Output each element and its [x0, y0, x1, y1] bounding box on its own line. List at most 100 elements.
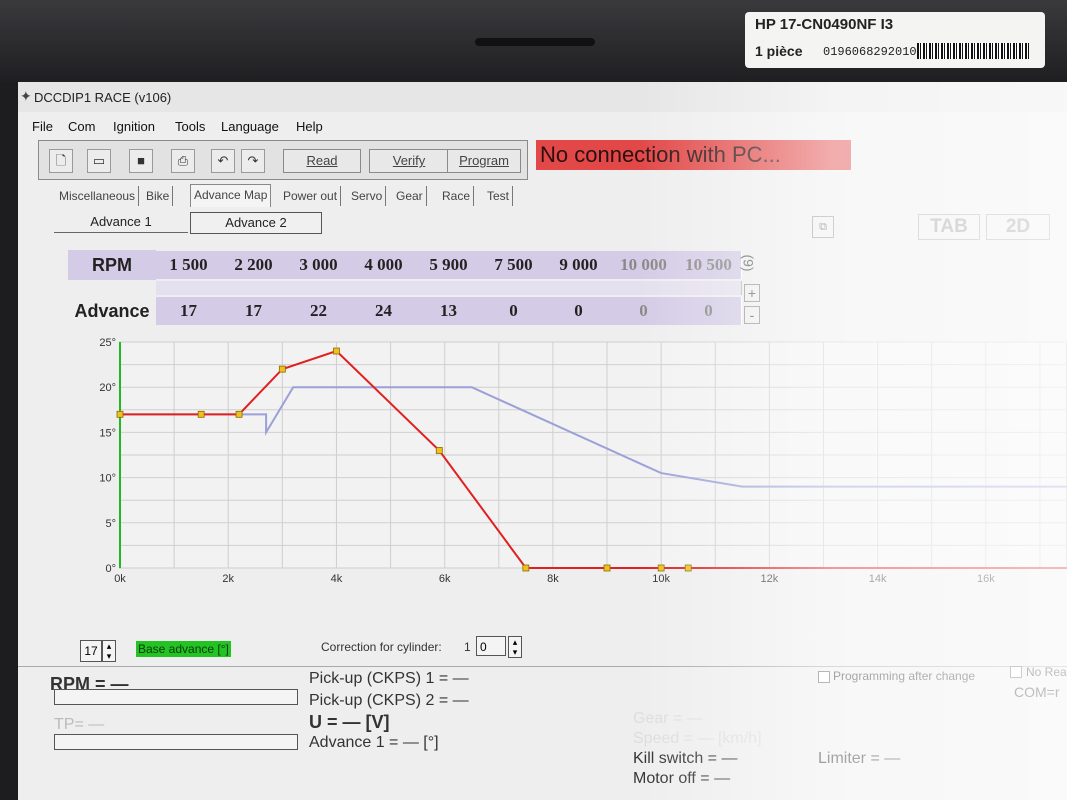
- sticker-model: HP 17-CN0490NF I3: [755, 16, 894, 33]
- base-advance-label: Base advance [°]: [136, 641, 231, 657]
- rpm-cell[interactable]: 10 500: [676, 251, 742, 279]
- tp-readout: TP= —: [54, 716, 105, 733]
- divider: [18, 666, 1067, 667]
- advance-cell[interactable]: 24: [351, 297, 417, 325]
- program-button[interactable]: Program: [447, 149, 521, 173]
- separator-cell: [676, 281, 742, 295]
- cylinder-number: 1: [464, 640, 471, 654]
- tab-miscellaneous[interactable]: Miscellaneous: [56, 186, 140, 206]
- barcode-icon: [917, 43, 1029, 59]
- tab-gear[interactable]: Gear: [393, 186, 427, 206]
- tab-view-toggle[interactable]: TAB: [918, 214, 980, 240]
- x-tick-label: 16k: [977, 573, 995, 585]
- cylinder-correction-input[interactable]: 0: [476, 636, 506, 656]
- open-folder-icon[interactable]: ▭: [87, 149, 111, 173]
- no-read-checkbox[interactable]: [1010, 666, 1022, 678]
- rpm-cell[interactable]: 7 500: [481, 251, 547, 279]
- save-icon[interactable]: ■: [129, 149, 153, 173]
- tab-servo[interactable]: Servo: [348, 186, 387, 206]
- subtab-advance-1[interactable]: Advance 1: [54, 212, 188, 233]
- advance-point: [333, 347, 340, 355]
- menu-file[interactable]: File: [32, 119, 53, 134]
- cylinder-stepper[interactable]: ▴ ▾: [508, 636, 522, 658]
- menu-tools[interactable]: Tools: [175, 119, 205, 134]
- advance-point: [522, 564, 530, 572]
- toolbar: 🗋 ▭ ■ ⎙ ↶ ↷ Read Verify Program: [38, 140, 528, 180]
- advance-point: [435, 447, 443, 454]
- menu-com[interactable]: Com: [68, 119, 95, 134]
- advance-cell[interactable]: 17: [221, 297, 287, 325]
- 2d-view-toggle[interactable]: 2D: [986, 214, 1050, 240]
- rpm-cell[interactable]: 1 500: [156, 251, 222, 279]
- tab-power-out[interactable]: Power out: [280, 186, 342, 206]
- copy-icon[interactable]: ⧉: [812, 216, 834, 238]
- advance1-readout: Advance 1 = — [°]: [309, 734, 439, 751]
- rpm-cell[interactable]: 5 900: [416, 251, 482, 279]
- advance-point: [278, 365, 286, 373]
- base-advance-input[interactable]: 17: [80, 640, 102, 662]
- separator-cell: [286, 281, 352, 295]
- programming-after-change-checkbox[interactable]: [818, 671, 830, 683]
- subtab-advance-2[interactable]: Advance 2: [190, 212, 322, 234]
- new-file-icon[interactable]: 🗋: [49, 149, 73, 173]
- print-icon[interactable]: ⎙: [171, 149, 195, 173]
- advance-cell[interactable]: 22: [286, 297, 352, 325]
- menu-ignition[interactable]: Ignition: [113, 119, 155, 134]
- undo-icon[interactable]: ↶: [211, 149, 235, 173]
- rpm-bar: [54, 689, 298, 705]
- pickup1-readout: Pick-up (CKPS) 1 = —: [309, 670, 469, 687]
- rpm-cell[interactable]: 4 000: [351, 251, 417, 279]
- separator-cell: [221, 281, 287, 295]
- x-tick-label: 4k: [331, 573, 343, 585]
- add-point-button[interactable]: +: [744, 284, 760, 302]
- com-port-readout: COM=r: [1014, 684, 1060, 700]
- sticker-code: 0196068292010: [823, 45, 917, 59]
- title-bar: ✦ DCCDIP1 RACE (v106): [18, 82, 1067, 112]
- tab-race[interactable]: Race: [439, 186, 475, 206]
- product-sticker: HP 17-CN0490NF I3 1 pièce 0196068292010: [745, 12, 1045, 68]
- read-button[interactable]: Read: [283, 149, 361, 173]
- menu-help[interactable]: Help: [296, 119, 323, 134]
- x-tick-label: 10k: [652, 573, 670, 585]
- sticker-qty: 1 pièce: [755, 43, 803, 59]
- base-advance-stepper[interactable]: ▴ ▾: [102, 640, 116, 662]
- correction-label: Correction for cylinder:: [321, 640, 442, 654]
- tab-test[interactable]: Test: [484, 186, 514, 206]
- advance-cell[interactable]: 17: [156, 297, 222, 325]
- advance-cell[interactable]: 13: [416, 297, 482, 325]
- x-tick-label: 6k: [439, 573, 451, 585]
- rpm-cell[interactable]: 9 000: [546, 251, 612, 279]
- advance-cell[interactable]: 0: [611, 297, 677, 325]
- y-tick-label: 15°: [99, 427, 116, 439]
- advance-cell[interactable]: 0: [676, 297, 742, 325]
- advance-cell[interactable]: 0: [481, 297, 547, 325]
- no-read-label: No Rea: [1026, 665, 1067, 679]
- advance-point: [657, 564, 665, 572]
- motor-off-readout: Motor off = —: [633, 770, 731, 787]
- separator-cell: [546, 281, 612, 295]
- x-tick-label: 8k: [547, 573, 559, 585]
- menu-language[interactable]: Language: [221, 119, 279, 134]
- connection-status: No connection with PC...: [536, 140, 851, 170]
- advance-cell[interactable]: 0: [546, 297, 612, 325]
- separator-cell: [351, 281, 417, 295]
- separator-cell: [416, 281, 482, 295]
- y-tick-label: 5°: [105, 518, 116, 530]
- pickup2-readout: Pick-up (CKPS) 2 = —: [309, 692, 469, 709]
- laptop-bezel-left: [0, 82, 18, 800]
- verify-button[interactable]: Verify: [369, 149, 449, 173]
- point-count: (9): [740, 254, 757, 272]
- remove-point-button[interactable]: -: [744, 306, 760, 324]
- rpm-cell[interactable]: 2 200: [221, 251, 287, 279]
- rpm-cell[interactable]: 3 000: [286, 251, 352, 279]
- rpm-cell[interactable]: 10 000: [611, 251, 677, 279]
- programming-after-change-label: Programming after change: [833, 669, 976, 683]
- advance-chart[interactable]: 0k 2k 4k 6k 8k 10k 12k 14k 16k 0° 5° 10° 15° 20° 25°: [98, 334, 1067, 594]
- advance-point: [603, 564, 611, 572]
- voltage-readout: U = — [V]: [309, 712, 390, 732]
- tab-bike[interactable]: Bike: [143, 186, 174, 206]
- tab-advance-map[interactable]: Advance Map: [190, 184, 272, 207]
- y-tick-label: 10°: [99, 473, 116, 485]
- advance-point: [684, 564, 692, 572]
- redo-icon[interactable]: ↷: [241, 149, 265, 173]
